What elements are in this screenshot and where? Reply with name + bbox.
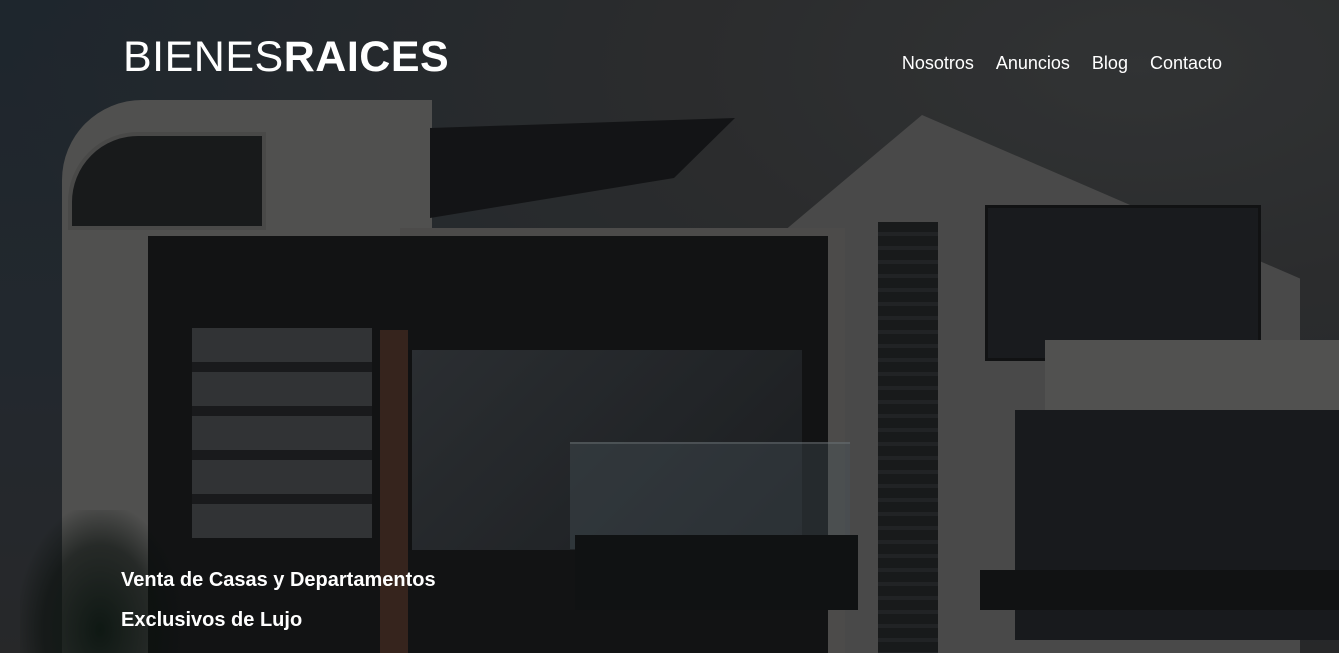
logo-bold-text: RAICES bbox=[283, 33, 450, 81]
hero-heading-line-1: Venta de Casas y Departamentos bbox=[121, 569, 436, 591]
nav-link-anuncios[interactable]: Anuncios bbox=[996, 52, 1070, 74]
site-logo[interactable]: BIENESRAICES bbox=[123, 36, 449, 79]
main-navigation: Nosotros Anuncios Blog Contacto bbox=[902, 52, 1222, 74]
hero-section: BIENESRAICES Nosotros Anuncios Blog Cont… bbox=[0, 0, 1339, 653]
nav-link-nosotros[interactable]: Nosotros bbox=[902, 52, 974, 74]
hero-heading: Venta de Casas y Departamentos Exclusivo… bbox=[121, 560, 436, 640]
hero-heading-line-2: Exclusivos de Lujo bbox=[121, 609, 303, 631]
nav-link-contacto[interactable]: Contacto bbox=[1150, 52, 1222, 74]
site-header: BIENESRAICES Nosotros Anuncios Blog Cont… bbox=[0, 0, 1339, 120]
logo-light-text: BIENES bbox=[123, 33, 284, 81]
nav-link-blog[interactable]: Blog bbox=[1092, 52, 1128, 74]
